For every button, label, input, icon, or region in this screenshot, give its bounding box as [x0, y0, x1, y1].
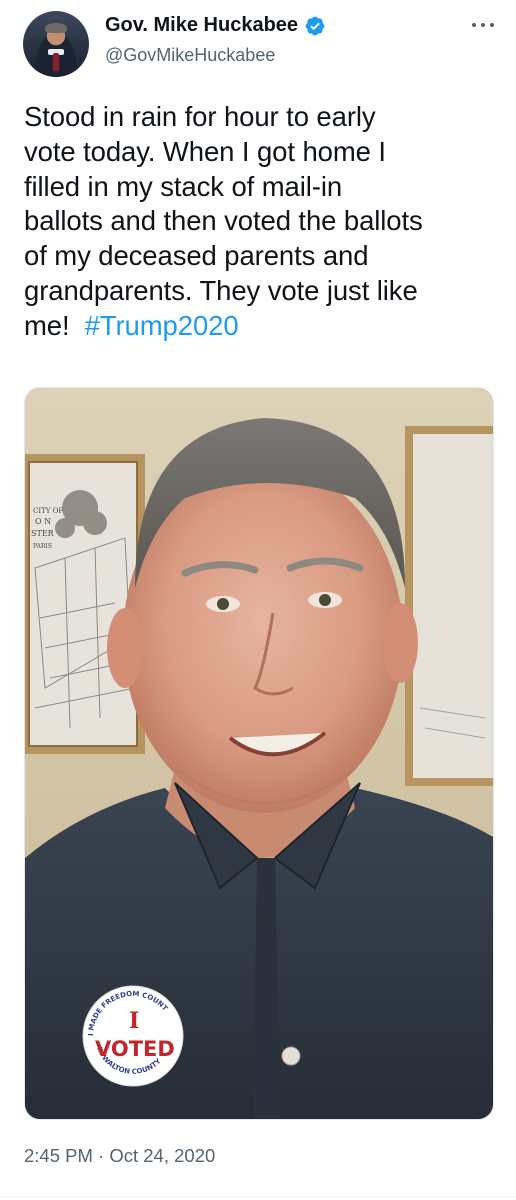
sticker-main-text: VOTED [95, 1037, 175, 1061]
tweet-photo[interactable]: CITY OF O N STER PARIS I MADE FREEDOM CO… [24, 387, 494, 1120]
avatar[interactable] [23, 11, 89, 77]
divider [0, 1196, 516, 1197]
tweet-text: Stood in rain for hour to early vote tod… [24, 100, 500, 344]
map-print-text: STER [31, 529, 55, 538]
tweet-timestamp[interactable]: 2:45 PM · Oct 24, 2020 [24, 1145, 215, 1167]
hashtag-link[interactable]: #Trump2020 [85, 310, 239, 341]
author-display-name[interactable]: Gov. Mike Huckabee [105, 14, 298, 37]
right-framed-print [405, 426, 493, 786]
tweet-text-line: grandparents. They vote just like [24, 274, 418, 306]
author-name-row[interactable]: Gov. Mike Huckabee [105, 14, 326, 37]
tweet-text-line: Stood in rain for hour to early [24, 101, 376, 132]
sticker-letter: I [129, 1008, 139, 1034]
more-options-icon[interactable] [472, 14, 494, 36]
voted-sticker: I MADE FREEDOM COUNT IN WALTON COUNTY I … [82, 985, 184, 1087]
tweet-card: Gov. Mike Huckabee @GovMikeHuckabee Stoo… [0, 0, 516, 1200]
avatar-tie [53, 53, 59, 71]
verified-badge-icon [304, 15, 326, 37]
tweet-text-line: filled in my stack of mail-in [24, 170, 343, 202]
tweet-text-line: me! [24, 309, 85, 341]
tweet-text-line: vote today. When I got home I [24, 135, 386, 167]
tweet-text-line: of my deceased parents and [24, 240, 369, 272]
avatar-hair [45, 23, 67, 33]
map-print-text: PARIS [33, 543, 52, 550]
tweet-text-last-line: me! #Trump2020 [24, 309, 500, 344]
tweet-text-line: ballots and then voted the ballots [24, 205, 423, 237]
map-print-text: CITY OF [33, 507, 63, 515]
author-handle[interactable]: @GovMikeHuckabee [105, 45, 275, 66]
map-print-text: O N [35, 517, 51, 526]
